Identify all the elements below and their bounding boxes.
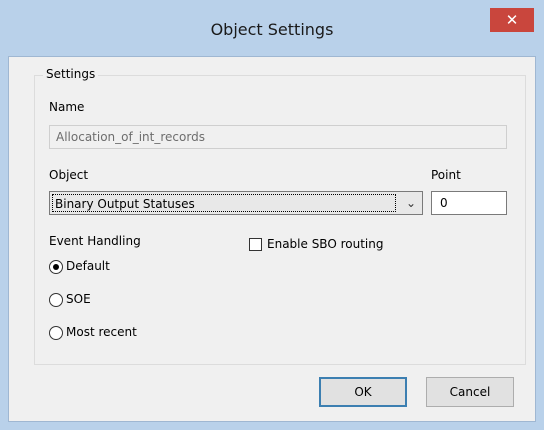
point-label: Point [431, 168, 461, 182]
dialog-window: Object Settings ✕ Settings Name Allocati… [0, 0, 544, 430]
object-select-value: Binary Output Statuses [52, 194, 396, 212]
radio-default-circle[interactable] [49, 260, 63, 274]
sbo-checkbox-row[interactable]: Enable SBO routing [249, 236, 419, 254]
object-select[interactable]: Binary Output Statuses ⌄ [49, 191, 423, 215]
chevron-down-icon[interactable]: ⌄ [400, 192, 422, 214]
name-label: Name [49, 100, 85, 114]
name-field[interactable]: Allocation_of_int_records [49, 125, 507, 149]
event-handling-label: Event Handling [49, 234, 141, 248]
settings-group: Settings Name Allocation_of_int_records … [34, 67, 526, 365]
radio-most-recent-circle[interactable] [49, 326, 63, 340]
radio-soe-circle[interactable] [49, 293, 63, 307]
sbo-checkbox-label: Enable SBO routing [267, 237, 384, 251]
dialog-content: Settings Name Allocation_of_int_records … [8, 56, 536, 422]
radio-most-recent[interactable]: Most recent [49, 324, 179, 342]
close-icon: ✕ [505, 11, 519, 29]
settings-group-label: Settings [43, 67, 99, 81]
title-bar[interactable]: Object Settings ✕ [0, 0, 544, 56]
radio-soe[interactable]: SOE [49, 291, 169, 309]
radio-default[interactable]: Default [49, 258, 169, 276]
close-button[interactable]: ✕ [490, 8, 534, 32]
ok-button[interactable]: OK [319, 377, 407, 407]
radio-soe-label: SOE [66, 292, 91, 306]
radio-most-recent-label: Most recent [66, 325, 137, 339]
cancel-button[interactable]: Cancel [426, 377, 514, 407]
point-input[interactable]: 0 [431, 191, 507, 215]
radio-default-label: Default [66, 259, 110, 273]
radio-selected-dot [53, 264, 59, 270]
sbo-checkbox[interactable] [249, 238, 262, 251]
dialog-title: Object Settings [210, 20, 334, 39]
object-label: Object [49, 168, 89, 182]
